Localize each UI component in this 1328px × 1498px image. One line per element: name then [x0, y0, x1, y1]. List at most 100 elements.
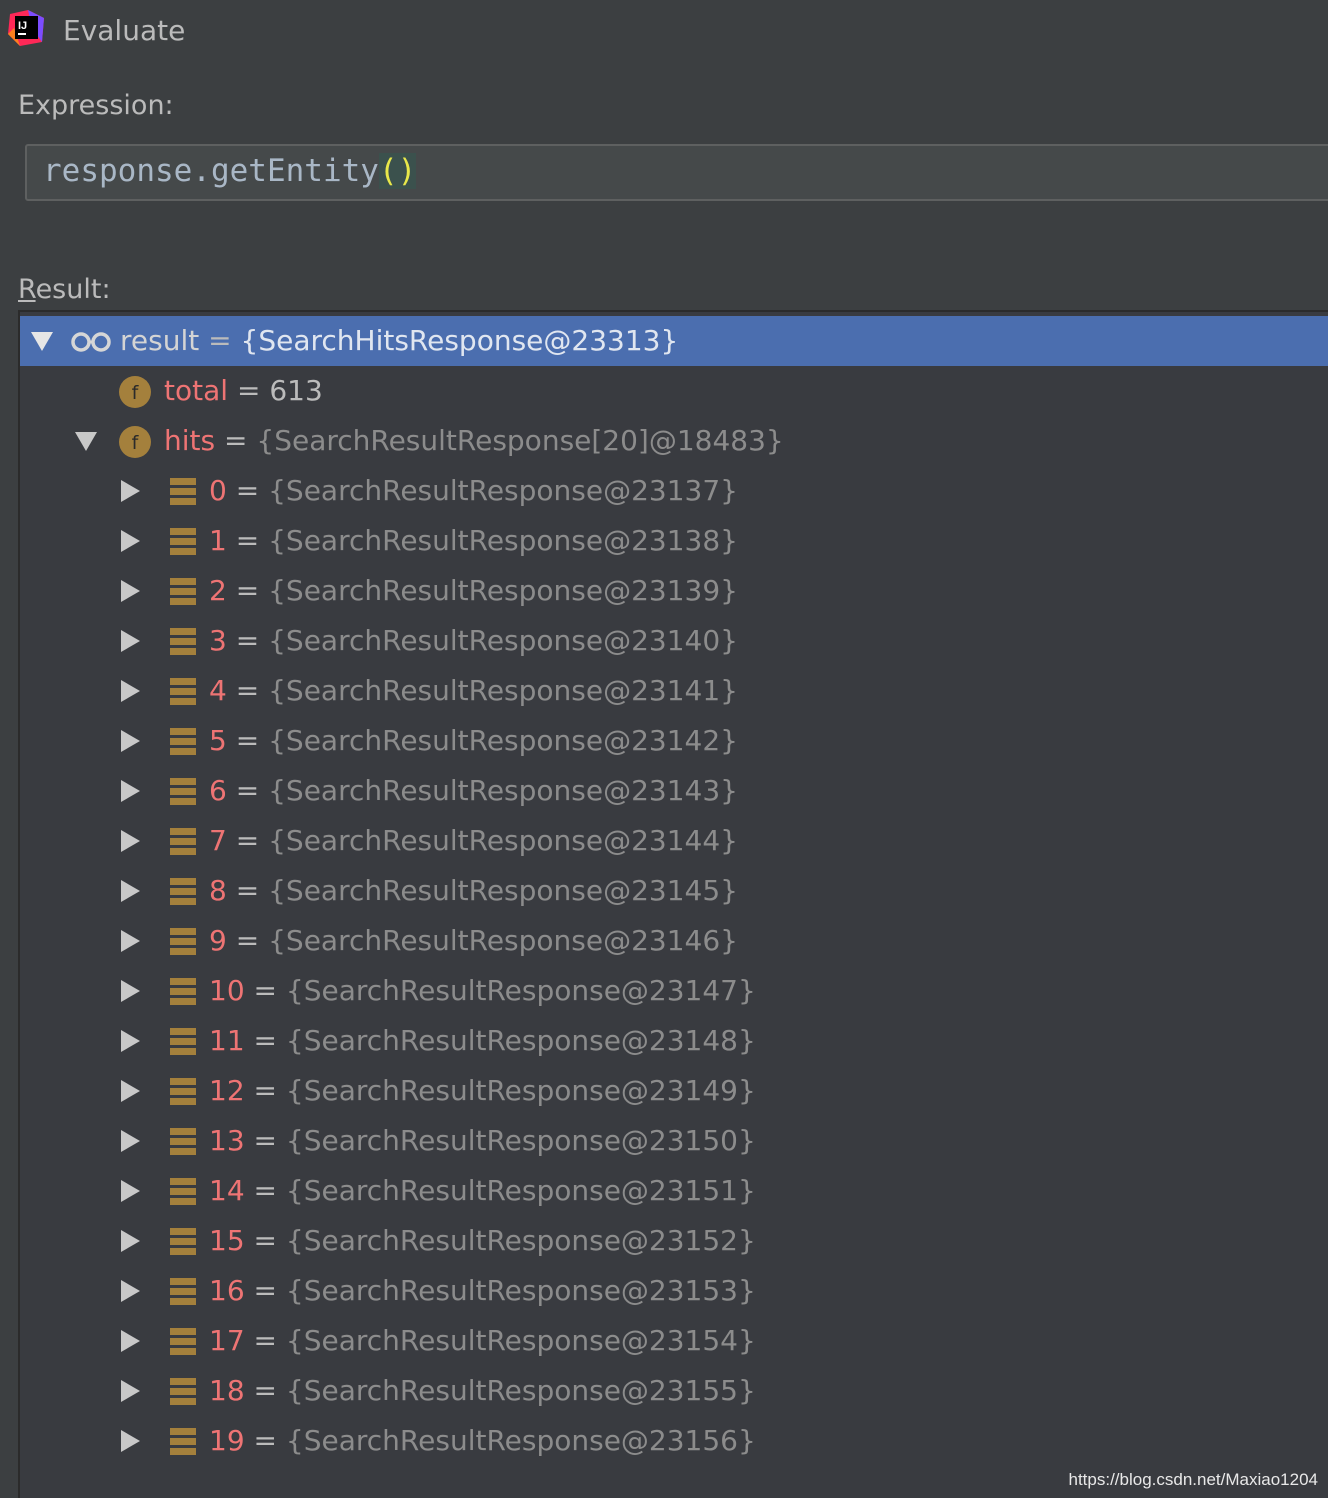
tree-row-label: 13 = {SearchResultResponse@23150} [209, 1116, 756, 1166]
array-element-icon [170, 1228, 196, 1255]
collapse-arrow-icon[interactable] [30, 329, 54, 353]
element-value: {SearchResultResponse@23138} [268, 524, 738, 557]
tree-row-total[interactable]: f total = 613 [20, 366, 1328, 416]
expression-text[interactable]: response.getEntity() [43, 153, 417, 189]
array-element-icon [170, 1178, 196, 1205]
element-index: 13 [209, 1124, 245, 1157]
tree-row-label: hits = {SearchResultResponse[20]@18483} [164, 416, 784, 466]
window-title: Evaluate [63, 14, 186, 47]
expand-arrow-icon[interactable] [118, 629, 142, 653]
tree-row-label: total = 613 [164, 366, 323, 416]
element-index: 6 [209, 774, 227, 807]
field-name: total [164, 374, 229, 407]
expand-arrow-icon[interactable] [118, 829, 142, 853]
tree-row-hit-element[interactable]: 18 = {SearchResultResponse@23155} [20, 1366, 1328, 1416]
array-element-icon [170, 1428, 196, 1455]
field-icon: f [119, 376, 151, 408]
array-element-icon [170, 578, 196, 605]
element-index: 5 [209, 724, 227, 757]
element-index: 18 [209, 1374, 245, 1407]
element-value: {SearchResultResponse@23144} [268, 824, 738, 857]
array-element-icon [170, 1078, 196, 1105]
tree-row-hit-element[interactable]: 13 = {SearchResultResponse@23150} [20, 1116, 1328, 1166]
tree-row-hit-element[interactable]: 3 = {SearchResultResponse@23140} [20, 616, 1328, 666]
field-value: {SearchResultResponse[20]@18483} [256, 424, 784, 457]
equals-sign: = [253, 1274, 278, 1307]
expand-arrow-icon[interactable] [118, 1029, 142, 1053]
result-label-text: esult: [35, 274, 111, 305]
element-index: 3 [209, 624, 227, 657]
expand-arrow-icon[interactable] [118, 1129, 142, 1153]
equals-sign: = [235, 774, 260, 807]
tree-row-hits[interactable]: f hits = {SearchResultResponse[20]@18483… [20, 416, 1328, 466]
variable-value: {SearchHitsResponse@23313} [240, 324, 679, 357]
tree-row-hit-element[interactable]: 17 = {SearchResultResponse@23154} [20, 1316, 1328, 1366]
tree-row-hit-element[interactable]: 2 = {SearchResultResponse@23139} [20, 566, 1328, 616]
tree-row-hit-element[interactable]: 15 = {SearchResultResponse@23152} [20, 1216, 1328, 1266]
tree-row-label: 3 = {SearchResultResponse@23140} [209, 616, 738, 666]
collapse-arrow-icon[interactable] [74, 429, 98, 453]
element-value: {SearchResultResponse@23150} [285, 1124, 756, 1157]
array-element-icon [170, 1028, 196, 1055]
element-index: 10 [209, 974, 245, 1007]
result-label-mnemonic: R [18, 274, 36, 305]
equals-sign: = [208, 324, 232, 357]
equals-sign: = [235, 574, 260, 607]
tree-row-hit-element[interactable]: 9 = {SearchResultResponse@23146} [20, 916, 1328, 966]
tree-row-hit-element[interactable]: 11 = {SearchResultResponse@23148} [20, 1016, 1328, 1066]
element-value: {SearchResultResponse@23155} [285, 1374, 756, 1407]
array-element-icon [170, 1378, 196, 1405]
expand-arrow-icon[interactable] [118, 1229, 142, 1253]
expand-arrow-icon[interactable] [118, 579, 142, 603]
equals-sign: = [253, 1324, 278, 1357]
watermark: https://blog.csdn.net/Maxiao1204 [1068, 1470, 1319, 1489]
expand-arrow-icon[interactable] [118, 529, 142, 553]
element-value: {SearchResultResponse@23149} [285, 1074, 756, 1107]
element-index: 19 [209, 1424, 245, 1457]
element-index: 0 [209, 474, 227, 507]
element-index: 14 [209, 1174, 245, 1207]
expression-input[interactable]: response.getEntity() [25, 144, 1328, 201]
watch-glasses-icon [71, 332, 111, 352]
equals-sign: = [235, 674, 260, 707]
tree-row-hit-element[interactable]: 14 = {SearchResultResponse@23151} [20, 1166, 1328, 1216]
tree-row-label: 1 = {SearchResultResponse@23138} [209, 516, 738, 566]
tree-row-hit-element[interactable]: 7 = {SearchResultResponse@23144} [20, 816, 1328, 866]
tree-row-hit-element[interactable]: 12 = {SearchResultResponse@23149} [20, 1066, 1328, 1116]
equals-sign: = [253, 1374, 278, 1407]
expand-arrow-icon[interactable] [118, 479, 142, 503]
array-element-icon [170, 478, 196, 505]
tree-row-hit-element[interactable]: 6 = {SearchResultResponse@23143} [20, 766, 1328, 816]
expand-arrow-icon[interactable] [118, 1279, 142, 1303]
tree-row-hit-element[interactable]: 8 = {SearchResultResponse@23145} [20, 866, 1328, 916]
element-value: {SearchResultResponse@23145} [268, 874, 738, 907]
expand-arrow-icon[interactable] [118, 779, 142, 803]
expand-arrow-icon[interactable] [118, 1329, 142, 1353]
element-value: {SearchResultResponse@23142} [268, 724, 738, 757]
expand-arrow-icon[interactable] [118, 979, 142, 1003]
expand-arrow-icon[interactable] [118, 1379, 142, 1403]
expand-arrow-icon[interactable] [118, 1429, 142, 1453]
equals-sign: = [236, 374, 261, 407]
expression-parens: () [378, 153, 417, 189]
tree-row-hit-element[interactable]: 19 = {SearchResultResponse@23156} [20, 1416, 1328, 1466]
tree-row-hit-element[interactable]: 16 = {SearchResultResponse@23153} [20, 1266, 1328, 1316]
array-element-icon [170, 778, 196, 805]
expand-arrow-icon[interactable] [118, 1079, 142, 1103]
expand-arrow-icon[interactable] [118, 1179, 142, 1203]
expand-arrow-icon[interactable] [118, 729, 142, 753]
tree-row-hit-element[interactable]: 4 = {SearchResultResponse@23141} [20, 666, 1328, 716]
expand-arrow-icon[interactable] [118, 929, 142, 953]
tree-row-label: 7 = {SearchResultResponse@23144} [209, 816, 738, 866]
element-index: 11 [209, 1024, 245, 1057]
tree-row-hit-element[interactable]: 10 = {SearchResultResponse@23147} [20, 966, 1328, 1016]
tree-row-label: 15 = {SearchResultResponse@23152} [209, 1216, 756, 1266]
result-tree[interactable]: result = {SearchHitsResponse@23313} f to… [18, 310, 1328, 1498]
expand-arrow-icon[interactable] [118, 679, 142, 703]
tree-row-hit-element[interactable]: 0 = {SearchResultResponse@23137} [20, 466, 1328, 516]
tree-row-result[interactable]: result = {SearchHitsResponse@23313} [20, 316, 1328, 366]
equals-sign: = [235, 724, 260, 757]
tree-row-hit-element[interactable]: 5 = {SearchResultResponse@23142} [20, 716, 1328, 766]
tree-row-hit-element[interactable]: 1 = {SearchResultResponse@23138} [20, 516, 1328, 566]
expand-arrow-icon[interactable] [118, 879, 142, 903]
